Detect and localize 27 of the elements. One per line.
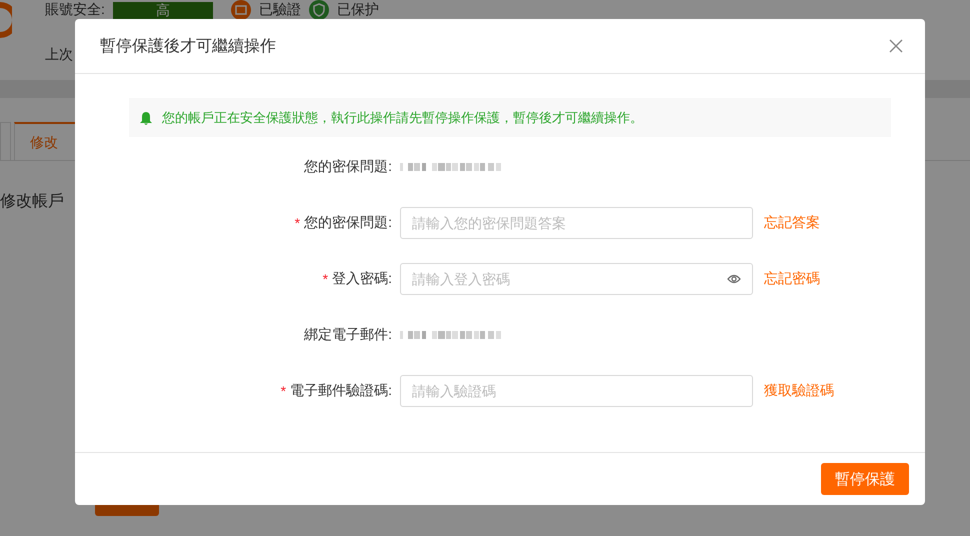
- security-level-bar: 高: [112, 2, 213, 18]
- field-label: 登入密碼:: [332, 270, 392, 288]
- required-mark: *: [280, 383, 286, 399]
- last-login-label: 上次: [45, 46, 73, 64]
- field-label: 綁定電子郵件:: [304, 326, 392, 344]
- logo-icon: [0, 0, 12, 40]
- field-label: 電子郵件驗證碼:: [290, 382, 392, 400]
- alert-text: 您的帳戶正在安全保護狀態，執行此操作請先暫停操作保護，暫停後才可繼續操作。: [162, 108, 643, 126]
- bell-icon: [140, 110, 152, 124]
- input-field[interactable]: 請輸入您的密保問題答案: [400, 207, 753, 239]
- badge-label: 已驗證: [258, 1, 301, 19]
- link[interactable]: 忘記密碼: [764, 270, 820, 288]
- link[interactable]: 獲取驗證碼: [764, 382, 834, 400]
- dialog-title: 暫停保護後才可繼續操作: [100, 36, 276, 56]
- field-label: 您的密保問題:: [304, 214, 392, 232]
- eye-icon: [727, 274, 741, 284]
- input-field[interactable]: 請輸入驗證碼: [400, 375, 753, 407]
- required-mark: *: [294, 215, 300, 231]
- pause-protection-button[interactable]: 暫停保護: [821, 463, 909, 495]
- link[interactable]: 忘記答案: [764, 214, 820, 232]
- close-icon: [889, 39, 903, 53]
- badge-label: 已保护: [336, 1, 379, 19]
- required-mark: *: [322, 271, 328, 287]
- section-title: 修改帳戶: [0, 192, 65, 212]
- input-field[interactable]: 請輸入登入密碼: [400, 263, 753, 295]
- security-label: 賬號安全:: [45, 1, 105, 19]
- field-label: 您的密保問題:: [304, 158, 392, 176]
